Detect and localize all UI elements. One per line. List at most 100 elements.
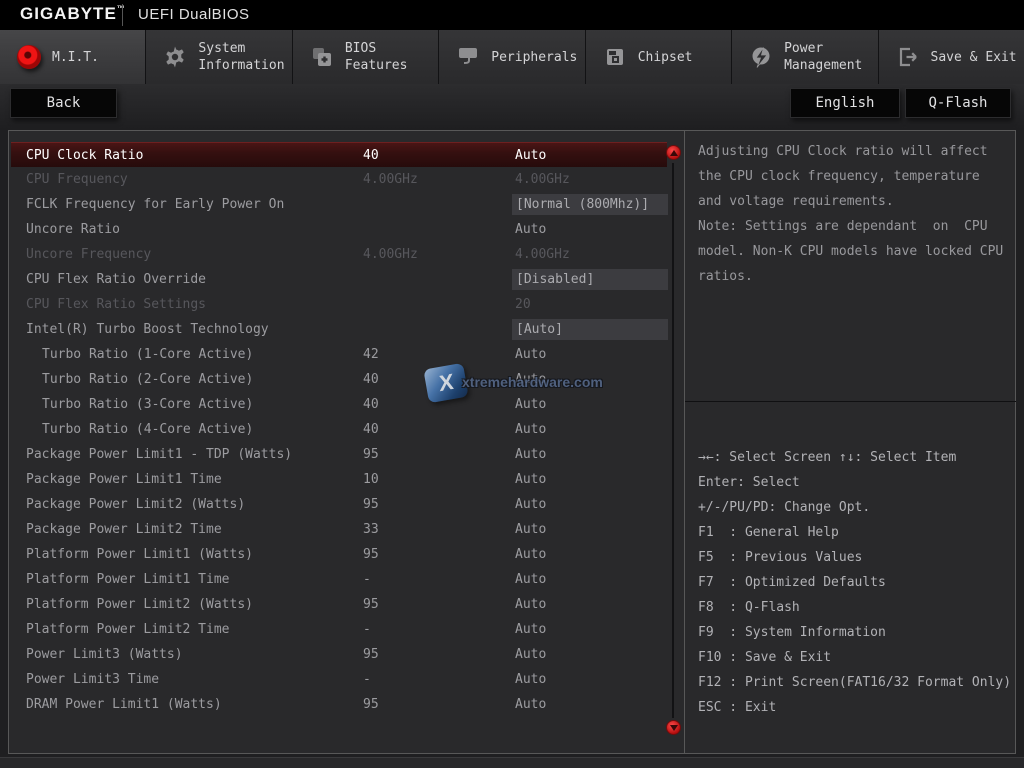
topbar-divider [122,4,123,26]
setting-current-value: 10 [363,467,379,492]
key-binding-line: F12 : Print Screen(FAT16/32 Format Only) [698,670,1014,695]
help-text: Adjusting CPU Clock ratio will affectthe… [698,139,1010,289]
setting-label: Uncore Frequency [26,242,151,267]
mit-gauge-icon [16,44,42,70]
tab-peripherals[interactable]: Peripherals [439,30,585,84]
setting-current-value: 95 [363,492,379,517]
up-triangle-icon [670,150,678,156]
setting-label: Package Power Limit2 (Watts) [26,492,245,517]
tab-m-i-t[interactable]: M.I.T. [0,30,146,84]
settings-list: CPU Clock Ratio40AutoCPU Frequency 4.00GH… [10,142,667,717]
setting-row[interactable]: Package Power Limit2 Time33Auto [11,517,667,542]
setting-row[interactable]: CPU Frequency4.00GHz4.00GHz [11,167,667,192]
setting-option-value: 4.00GHz [515,242,570,267]
setting-label: Package Power Limit2 Time [26,517,222,542]
setting-row[interactable]: Platform Power Limit1 (Watts)95Auto [11,542,667,567]
setting-label: Turbo Ratio (2-Core Active) [42,367,253,392]
back-button[interactable]: Back [10,88,117,118]
setting-current-value: 95 [363,592,379,617]
setting-row[interactable]: Turbo Ratio (4-Core Active)40Auto [11,417,667,442]
setting-row[interactable]: DRAM Power Limit1 (Watts)95Auto [11,692,667,717]
help-line: Adjusting CPU Clock ratio will affect [698,139,1010,164]
setting-row[interactable]: Power Limit3 Time - Auto [11,667,667,692]
setting-option-value: Auto [515,542,546,567]
setting-current-value: - [363,617,371,642]
tab-label: Power Management [784,40,862,74]
setting-option-value: Auto [515,143,546,168]
setting-option-value: Auto [515,667,546,692]
key-binding-line: +/-/PU/PD: Change Opt. [698,495,1014,520]
setting-current-value: 40 [363,417,379,442]
setting-label: Platform Power Limit1 (Watts) [26,542,253,567]
setting-current-value: 40 [363,367,379,392]
setting-label: Uncore Ratio [26,217,120,242]
setting-label: Platform Power Limit2 (Watts) [26,592,253,617]
setting-label: Intel(R) Turbo Boost Technology [26,317,269,342]
language-button[interactable]: English [790,88,900,118]
tab-label: System Information [198,40,284,74]
key-binding-line: F7 : Optimized Defaults [698,570,1014,595]
setting-option-value: Auto [515,367,546,392]
setting-label: Power Limit3 Time [26,667,159,692]
setting-label: Package Power Limit1 Time [26,467,222,492]
key-binding-line: F1 : General Help [698,520,1014,545]
setting-row[interactable]: Uncore Frequency4.00GHz4.00GHz [11,242,667,267]
setting-label: CPU Frequency [26,167,128,192]
setting-row[interactable]: Intel(R) Turbo Boost Technology [Auto] [11,317,667,342]
setting-row[interactable]: Platform Power Limit1 Time-Auto [11,567,667,592]
bottom-strip [0,757,1024,768]
tab-system-information[interactable]: System Information [146,30,292,84]
setting-current-value: 4.00GHz [363,167,418,192]
tab-bar: M.I.T. System Information BIOS Features Per… [0,30,1024,84]
tab-label: M.I.T. [52,49,99,66]
setting-row[interactable]: Power Limit3 (Watts)95Auto [11,642,667,667]
setting-label: DRAM Power Limit1 (Watts) [26,692,222,717]
tab-label: Peripherals [491,49,577,66]
scrollbar-track[interactable] [672,163,674,718]
setting-row[interactable]: CPU Clock Ratio40Auto [11,142,667,167]
down-triangle-icon [670,725,678,731]
top-bar: GIGABYTE™ UEFI DualBIOS [0,0,1024,30]
scroll-up-icon[interactable] [666,145,681,160]
setting-option-value: Auto [515,642,546,667]
setting-row[interactable]: Package Power Limit1 - TDP (Watts)95Auto [11,442,667,467]
setting-row[interactable]: FCLK Frequency for Early Power On[Normal… [11,192,667,217]
setting-option-value: Auto [515,517,546,542]
setting-row[interactable]: Turbo Ratio (1-Core Active)42Auto [11,342,667,367]
setting-current-value: 95 [363,442,379,467]
setting-row[interactable]: CPU Flex Ratio Override[Disabled] [11,267,667,292]
help-panel-divider [685,401,1016,402]
setting-option-value: Auto [515,567,546,592]
setting-label: Package Power Limit1 - TDP (Watts) [26,442,292,467]
setting-row[interactable]: Package Power Limit1 Time10Auto [11,467,667,492]
chipset-icon [602,44,628,70]
setting-row[interactable]: Turbo Ratio (3-Core Active)40Auto [11,392,667,417]
setting-option-value: Auto [515,217,546,242]
setting-option-value: [Disabled] [512,269,668,290]
save-exit-icon [895,44,921,70]
setting-row[interactable]: Package Power Limit2 (Watts)95Auto [11,492,667,517]
tab-bios-features[interactable]: BIOS Features [293,30,439,84]
key-binding-line: F8 : Q-Flash [698,595,1014,620]
qflash-button[interactable]: Q-Flash [905,88,1011,118]
setting-option-value: Auto [515,617,546,642]
key-binding-line: →←: Select Screen ↑↓: Select Item [698,445,1014,470]
help-line: the CPU clock frequency, temperature [698,164,1010,189]
setting-label: Platform Power Limit2 Time [26,617,230,642]
tab-power-management[interactable]: Power Management [732,30,878,84]
setting-option-value: Auto [515,342,546,367]
power-bolt-icon [748,44,774,70]
setting-row[interactable]: Uncore Ratio Auto [11,217,667,242]
setting-row[interactable]: Platform Power Limit2 (Watts)95Auto [11,592,667,617]
tab-save-exit[interactable]: Save & Exit [879,30,1024,84]
setting-row[interactable]: Turbo Ratio (2-Core Active) 40 Auto [11,367,667,392]
setting-option-value: [Auto] [512,319,668,340]
key-binding-line: F10 : Save & Exit [698,645,1014,670]
setting-row[interactable]: Platform Power Limit2 Time - Auto [11,617,667,642]
scroll-down-icon[interactable] [666,720,681,735]
setting-row[interactable]: CPU Flex Ratio Settings20 [11,292,667,317]
setting-current-value: - [363,667,371,692]
sub-bar: Back English Q-Flash [0,84,1024,130]
gigabyte-logo: GIGABYTE™ [20,4,126,24]
tab-chipset[interactable]: Chipset [586,30,732,84]
